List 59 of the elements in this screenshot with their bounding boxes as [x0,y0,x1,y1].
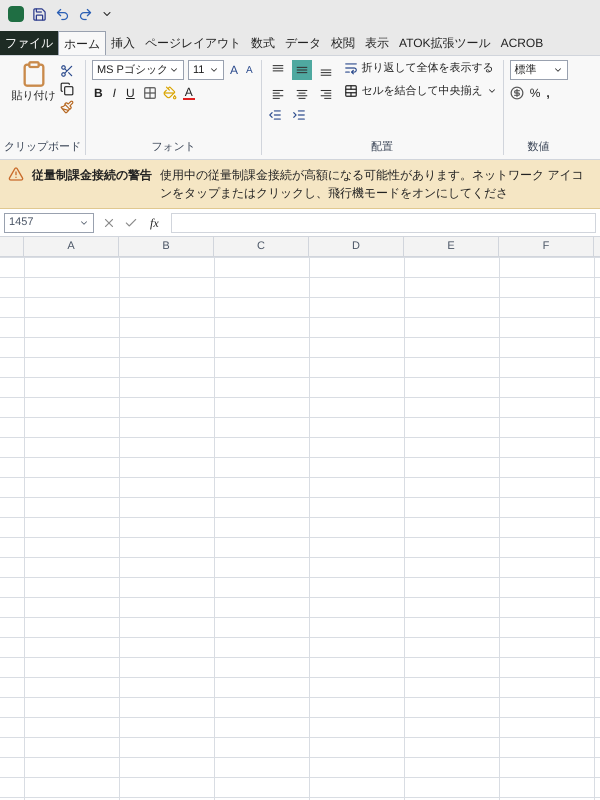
ribbon-tab[interactable]: ページレイアウト [140,31,246,55]
ribbon-tab[interactable]: ATOK拡張ツール [394,31,496,55]
font-name-dropdown[interactable]: MS Pゴシック [92,60,184,80]
name-box[interactable]: 1457 [4,212,94,232]
warning-icon [8,166,24,182]
column-header[interactable]: D [309,237,404,256]
undo-icon[interactable] [55,6,70,22]
column-header[interactable]: E [404,237,499,256]
align-button[interactable] [292,60,312,80]
currency-icon[interactable] [510,86,524,100]
group-label: クリップボード [4,140,81,154]
align-lines-icon [318,87,333,101]
increase-indent-icon[interactable] [292,108,306,122]
shrink-font-button[interactable]: A [244,62,255,78]
column-header[interactable]: C [214,237,309,256]
ribbon-tab[interactable]: 挿入 [106,31,140,55]
number-format-dropdown[interactable]: 標準 [510,60,568,80]
ribbon-tab[interactable]: ACROB [496,31,548,55]
column-header[interactable]: A [24,237,119,256]
formula-input-field[interactable] [170,212,596,232]
grow-font-button[interactable]: A [228,61,240,79]
ribbon-tab[interactable]: データ [280,31,326,55]
ribbon-tab[interactable]: 数式 [246,31,280,55]
cell-grid[interactable] [0,257,600,800]
cut-icon[interactable] [60,64,74,78]
decrease-indent-icon[interactable] [268,108,282,122]
redo-icon[interactable] [78,6,93,22]
wrap-text-button[interactable]: 折り返して全体を表示する [344,60,497,76]
ribbon-tab[interactable]: ホーム [58,31,106,55]
copy-icon[interactable] [60,82,74,96]
fill-color-icon[interactable] [162,86,177,100]
comma-button[interactable]: , [546,84,550,102]
merge-cells-icon [344,84,358,98]
ribbon-tab[interactable]: 表示 [360,31,394,55]
wrap-text-icon [344,61,358,76]
underline-button[interactable]: U [124,84,137,102]
warning-message: 使用中の従量制課金接続が高額になる可能性があります。ネットワーク アイコンをタップまたはクリックし、飛行機モードをオンにしてくださ [160,167,584,202]
spreadsheet-app-icon[interactable] [8,6,24,22]
paste-button[interactable]: 貼り付け [12,60,56,114]
italic-button[interactable]: I [110,84,118,102]
borders-icon[interactable] [142,86,157,100]
group-label: フォント [150,140,196,154]
font-color-button[interactable]: A [182,86,195,100]
merge-center-button[interactable]: セルを結合して中央揃え [344,82,497,99]
ribbon-tab[interactable]: ファイル [0,31,58,55]
insert-function-button[interactable]: fx [146,214,163,232]
align-lines-icon [270,87,285,101]
format-painter-icon[interactable] [60,100,74,114]
warning-title: 従量制課金接続の警告 [32,167,152,184]
group-label: 数値 [526,140,551,154]
column-header[interactable]: B [119,237,214,256]
save-icon[interactable] [32,6,47,22]
ribbon-tab[interactable]: 校閲 [326,31,360,55]
column-header[interactable]: F [499,237,594,256]
align-lines-icon [294,87,309,101]
percent-button[interactable]: % [530,84,540,102]
font-size-dropdown[interactable]: 11 [188,60,224,80]
group-label: 配置 [370,140,394,154]
bold-button[interactable]: B [92,84,105,102]
